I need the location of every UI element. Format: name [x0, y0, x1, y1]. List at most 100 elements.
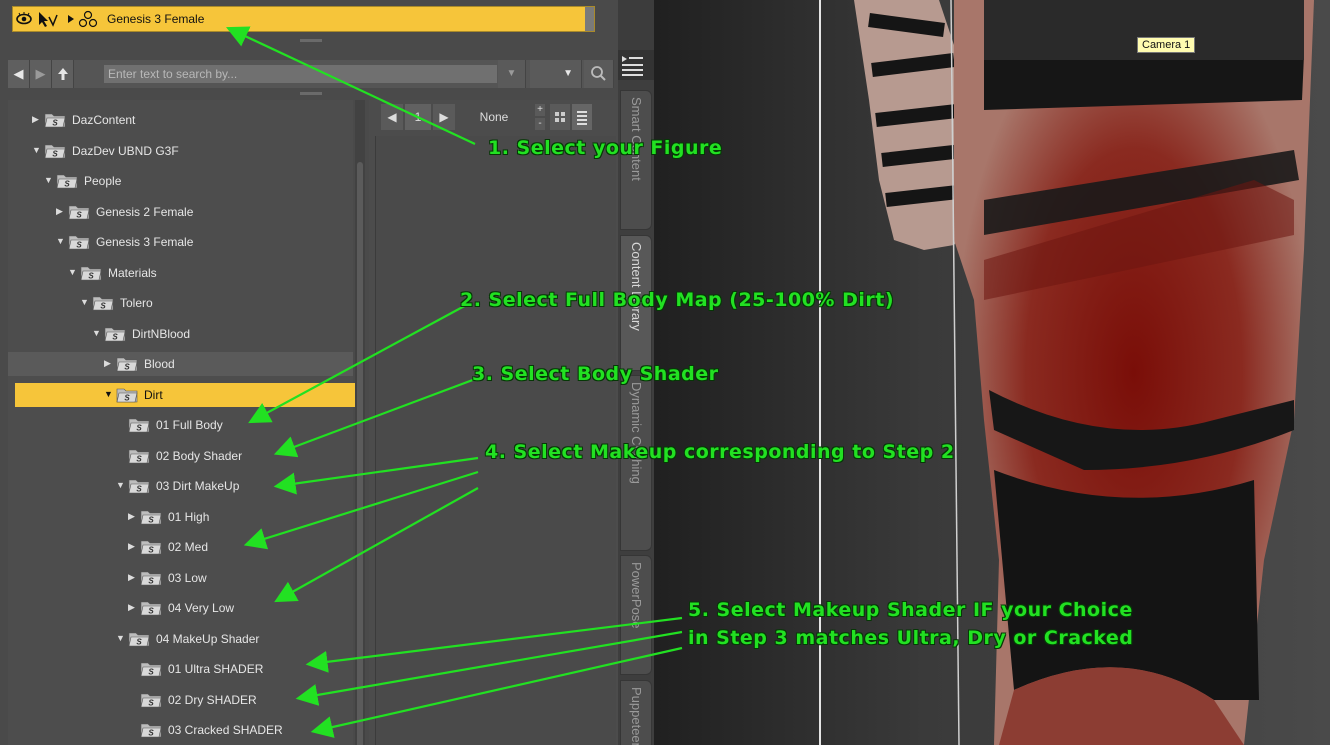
- tree-item[interactable]: ▼ S People: [8, 169, 353, 193]
- tree-item-label: 04 Very Low: [168, 601, 235, 615]
- tree-item[interactable]: ▶ S Genesis 2 Female: [8, 200, 353, 224]
- expand-arrow-icon[interactable]: ▶: [104, 358, 114, 370]
- grid-view-button[interactable]: [550, 104, 570, 130]
- zoom-up-button[interactable]: +: [535, 104, 545, 116]
- folder-icon: S: [128, 416, 150, 433]
- expand-arrow-icon: [68, 15, 74, 23]
- expand-arrow-icon[interactable]: ▶: [32, 114, 42, 126]
- search-box[interactable]: [103, 64, 498, 84]
- collapse-arrow-icon[interactable]: ▼: [56, 236, 66, 248]
- search-history-dropdown[interactable]: ▼: [498, 60, 526, 88]
- tree-item[interactable]: ▼ S 03 Dirt MakeUp: [8, 474, 353, 498]
- filter-label[interactable]: None: [461, 104, 527, 130]
- side-tab-label: PowerPose: [629, 562, 644, 629]
- tree-item-label: Blood: [144, 357, 175, 371]
- scene-scrollbar[interactable]: [585, 7, 594, 31]
- tree-item-label: 02 Body Shader: [156, 448, 243, 463]
- side-tab-label: Content Library: [629, 242, 644, 331]
- scene-figure-label: Genesis 3 Female: [107, 12, 205, 26]
- svg-text:S: S: [124, 363, 130, 372]
- collapse-arrow-icon[interactable]: ▼: [68, 267, 78, 279]
- collapse-arrow-icon[interactable]: ▼: [92, 328, 102, 340]
- tree-item[interactable]: ▼ S 04 MakeUp Shader: [8, 627, 353, 651]
- expand-arrow-icon[interactable]: ▶: [128, 511, 138, 523]
- toolbar-splitter-handle[interactable]: [300, 92, 322, 95]
- search-mode-dropdown[interactable]: ▼: [530, 60, 582, 88]
- asset-view: ◀ 1 ▶ None + -: [369, 100, 618, 745]
- tree-item[interactable]: S 01 Full Body: [8, 413, 353, 437]
- tree-item[interactable]: S 03 Cracked SHADER: [8, 718, 353, 742]
- tree-item[interactable]: ▼ S DazDev UBND G3F: [8, 139, 353, 163]
- collapse-arrow-icon[interactable]: ▼: [104, 389, 114, 401]
- tree-item-label: People: [84, 174, 122, 188]
- side-tab[interactable]: Smart Content: [620, 90, 652, 230]
- side-tab[interactable]: PowerPose: [620, 555, 652, 675]
- back-button[interactable]: ◀: [8, 60, 30, 88]
- svg-text:S: S: [148, 515, 154, 524]
- svg-text:S: S: [52, 149, 58, 158]
- tree-item-label: 01 High: [168, 509, 210, 524]
- folder-icon: S: [140, 599, 162, 616]
- tree-item[interactable]: ▼ S Materials: [8, 261, 353, 285]
- panel-splitter-handle[interactable]: [300, 39, 322, 42]
- tree-item[interactable]: S 02 Dry SHADER: [8, 688, 353, 712]
- side-tab-label: Dynamic Clothing: [629, 382, 644, 484]
- tree-item[interactable]: ▼ S Tolero: [8, 291, 353, 315]
- folder-icon: S: [140, 721, 162, 738]
- eye-icon: [16, 12, 32, 25]
- expand-arrow-icon[interactable]: ▶: [128, 602, 138, 614]
- prev-page-button[interactable]: ◀: [381, 104, 403, 130]
- search-input[interactable]: [104, 65, 497, 83]
- parent-folder-button[interactable]: [52, 60, 74, 88]
- svg-text:S: S: [148, 668, 154, 677]
- svg-text:S: S: [52, 119, 58, 128]
- figure-node-icon: [78, 10, 98, 28]
- folder-icon: S: [140, 569, 162, 586]
- side-tab[interactable]: Dynamic Clothing: [620, 375, 652, 551]
- collapse-arrow-icon[interactable]: ▼: [116, 633, 126, 645]
- next-page-button[interactable]: ▶: [433, 104, 455, 130]
- folder-icon: S: [128, 447, 150, 464]
- forward-button[interactable]: ▶: [30, 60, 52, 88]
- menu-icon: [622, 56, 643, 76]
- page-number[interactable]: 1: [405, 104, 431, 130]
- tree-item-label: 01 Ultra SHADER: [168, 662, 264, 676]
- list-view-button[interactable]: [572, 104, 592, 130]
- tree-item-label: Genesis 2 Female: [96, 204, 194, 219]
- collapse-arrow-icon[interactable]: ▼: [80, 297, 90, 309]
- expand-arrow-icon[interactable]: ▶: [56, 206, 66, 218]
- collapse-arrow-icon[interactable]: ▼: [44, 175, 54, 187]
- zoom-down-button[interactable]: -: [535, 118, 545, 130]
- tree-item-label: Dirt: [144, 387, 163, 402]
- tree-item[interactable]: S 02 Body Shader: [8, 444, 353, 468]
- tree-item[interactable]: S 01 Ultra SHADER: [8, 657, 353, 681]
- tree-item[interactable]: ▶ S 01 High: [8, 505, 353, 529]
- collapse-arrow-icon[interactable]: ▼: [32, 145, 42, 157]
- tab-menu-button[interactable]: [618, 50, 654, 80]
- expand-arrow-icon[interactable]: ▶: [128, 572, 138, 584]
- tree-scrollbar-thumb[interactable]: [357, 162, 363, 745]
- tree-item[interactable]: ▶ S 04 Very Low: [8, 596, 353, 620]
- collapse-arrow-icon[interactable]: ▼: [116, 480, 126, 492]
- tree-item[interactable]: ▼ S Genesis 3 Female: [8, 230, 353, 254]
- tree-item-label: 04 MakeUp Shader: [156, 631, 260, 646]
- folder-icon: S: [128, 477, 150, 494]
- tree-item[interactable]: ▶ S 03 Low: [8, 566, 353, 590]
- tree-item-label: Tolero: [120, 296, 153, 310]
- side-tab[interactable]: Puppeteer: [620, 680, 652, 745]
- folder-icon: S: [104, 325, 126, 342]
- camera-label[interactable]: Camera 1: [1137, 37, 1196, 53]
- search-button[interactable]: [584, 60, 614, 88]
- annotation-step5-line1: 5. Select Makeup Shader IF your Choice: [688, 599, 1133, 621]
- tree-item[interactable]: ▶ S 02 Med: [8, 535, 353, 559]
- expand-arrow-icon[interactable]: ▶: [128, 541, 138, 553]
- tree-item[interactable]: ▼ S Dirt: [15, 382, 356, 407]
- folder-icon: S: [140, 538, 162, 555]
- tree-item[interactable]: ▼ S DirtNBlood: [8, 322, 353, 346]
- svg-text:S: S: [136, 424, 142, 433]
- folder-icon: S: [68, 233, 90, 250]
- tree-scrollbar[interactable]: [355, 100, 365, 745]
- scene-figure-selector[interactable]: Genesis 3 Female: [12, 6, 595, 32]
- tree-item[interactable]: ▶ S DazContent: [8, 108, 353, 132]
- tree-item[interactable]: ▶ S Blood: [8, 352, 353, 376]
